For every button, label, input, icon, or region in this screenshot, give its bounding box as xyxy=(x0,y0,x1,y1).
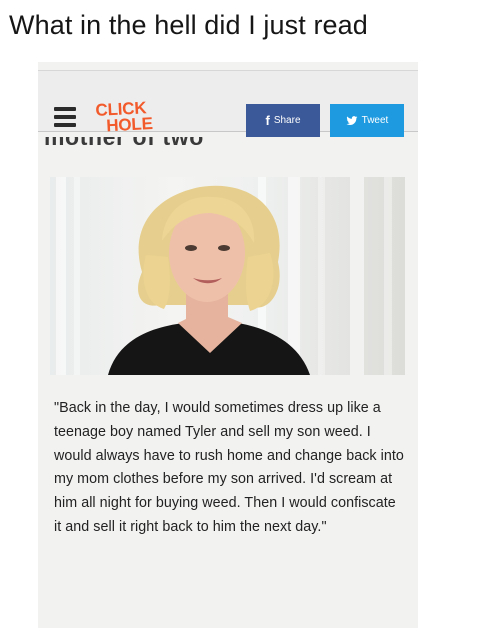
share-label: Share xyxy=(273,115,301,126)
facebook-share-button[interactable]: f Share xyxy=(246,104,320,137)
article-screenshot: CLICK HOLE f Share Tweet mother of two xyxy=(38,62,418,628)
clickhole-logo[interactable]: CLICK HOLE xyxy=(95,98,169,139)
tweet-button[interactable]: Tweet xyxy=(330,104,404,137)
twitter-bird-icon xyxy=(346,115,358,126)
headline-text: mother of two xyxy=(44,137,404,149)
article-photo xyxy=(50,177,405,375)
site-header: CLICK HOLE f Share Tweet xyxy=(38,70,418,137)
tweet-label: Tweet xyxy=(361,115,389,126)
woman-portrait xyxy=(108,185,310,375)
menu-icon[interactable] xyxy=(54,107,76,127)
article-quote: "Back in the day, I would sometimes dres… xyxy=(54,400,404,535)
meme-caption: What in the hell did I just read xyxy=(9,10,368,40)
facebook-icon: f xyxy=(265,113,270,128)
logo-line-2: HOLE xyxy=(105,113,154,136)
article-headline-cut-off: mother of two xyxy=(44,137,404,149)
